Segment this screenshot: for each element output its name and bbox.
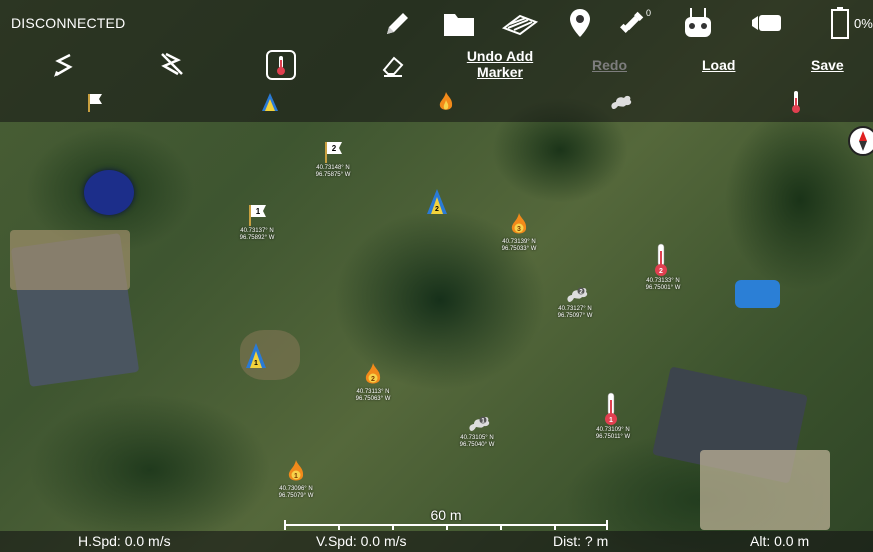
marker-coordinates: 40.73139° N 96.75033° W	[494, 239, 544, 253]
marker-latitude: 40.73109° N	[596, 427, 630, 433]
thermometer-marker[interactable]: 2	[652, 243, 670, 282]
svg-text:2: 2	[332, 144, 337, 153]
marker-coordinates: 40.73096° N 96.75079° W	[271, 486, 321, 500]
gps-count: 0	[646, 8, 652, 18]
flag-icon: 2	[325, 142, 342, 163]
altitude: Alt: 0.0 m	[750, 533, 810, 549]
vertical-speed: V.Spd: 0.0 m/s	[316, 533, 407, 549]
marker-longitude: 96.75079° W	[278, 493, 314, 499]
top-toolbar: DISCONNECTED 0 0% Undo Add Marker Redo L…	[0, 0, 873, 122]
load-button[interactable]: Load	[702, 57, 735, 73]
undo-button[interactable]: Undo Add Marker	[463, 48, 537, 80]
scale-label: 60 m	[430, 507, 462, 523]
marker-latitude: 40.73137° N	[240, 228, 274, 234]
fire-marker-icon[interactable]	[436, 91, 456, 118]
fire-icon: 3	[511, 213, 527, 234]
flag-icon: 1	[249, 205, 266, 226]
marker-longitude: 96.75011° W	[595, 434, 631, 440]
marker-latitude: 40.73127° N	[558, 306, 592, 312]
map-layers-icon[interactable]	[500, 8, 540, 43]
marker-latitude: 40.73113° N	[356, 389, 390, 395]
tool-row: Undo Add Marker Redo Load Save	[0, 44, 873, 86]
marker-latitude: 40.73139° N	[502, 239, 536, 245]
telemetry-bar: H.Spd: 0.0 m/s V.Spd: 0.0 m/s Dist: ? m …	[0, 531, 873, 552]
pool	[735, 280, 780, 308]
scale-tick	[606, 520, 608, 530]
marker-longitude: 96.75001° W	[645, 285, 681, 291]
scale-tick	[500, 524, 502, 530]
location-pin-icon[interactable]	[568, 7, 592, 44]
svg-text:1: 1	[254, 360, 258, 367]
compass-button[interactable]	[848, 126, 873, 156]
status-row: DISCONNECTED 0 0%	[0, 0, 873, 44]
svg-text:2: 2	[659, 268, 663, 275]
pencil-icon[interactable]	[381, 8, 413, 45]
scale-bar: 60 m	[284, 507, 608, 530]
draw-path-icon[interactable]	[50, 51, 78, 84]
tent-marker-icon[interactable]	[260, 91, 280, 118]
battery-percent: 0%	[854, 16, 873, 31]
marker-latitude: 40.73096° N	[279, 486, 313, 492]
eraser-icon[interactable]	[380, 52, 406, 83]
svg-text:3: 3	[517, 226, 521, 233]
marker-longitude: 96.75892° W	[239, 235, 275, 241]
marker-longitude: 96.75040° W	[459, 442, 495, 448]
smoke-icon: 2	[567, 287, 588, 302]
marker-type-row	[0, 86, 873, 122]
marker-coordinates: 40.73133° N 96.75001° W	[638, 278, 688, 292]
clear-path-icon[interactable]	[158, 50, 186, 83]
house-yard	[10, 230, 130, 290]
camera-icon	[750, 12, 784, 39]
redo-button[interactable]: Redo	[592, 57, 627, 73]
distance: Dist: ? m	[553, 533, 609, 549]
marker-longitude: 96.75097° W	[557, 313, 593, 319]
svg-text:1: 1	[256, 207, 261, 216]
flag-marker-icon[interactable]	[86, 91, 104, 118]
scale-tick	[338, 524, 340, 530]
tent-marker[interactable]: 1	[245, 342, 267, 375]
marker-latitude: 40.73105° N	[460, 435, 494, 441]
marker-latitude: 40.73148° N	[316, 165, 350, 171]
scale-tick	[554, 524, 556, 530]
thermometer-icon: 2	[655, 243, 667, 276]
thermometer-icon: 1	[605, 392, 617, 425]
compass-icon	[859, 131, 867, 151]
svg-text:2: 2	[435, 206, 439, 213]
svg-text:1: 1	[294, 473, 298, 480]
svg-text:1: 1	[609, 417, 613, 424]
tent-marker[interactable]: 2	[426, 188, 448, 221]
folder-icon[interactable]	[442, 10, 476, 43]
horizontal-speed: H.Spd: 0.0 m/s	[78, 533, 171, 549]
marker-coordinates: 40.73105° N 96.75040° W	[452, 435, 502, 449]
connection-status: DISCONNECTED	[11, 15, 126, 31]
scale-tick	[392, 524, 394, 530]
marker-latitude: 40.73133° N	[646, 278, 680, 284]
satellite-icon	[617, 8, 647, 43]
fire-icon: 1	[288, 460, 304, 481]
marker-longitude: 96.75063° W	[355, 396, 391, 402]
controller-icon	[683, 6, 713, 45]
marker-coordinates: 40.73127° N 96.75097° W	[550, 306, 600, 320]
save-button[interactable]: Save	[811, 57, 844, 73]
marker-longitude: 96.75875° W	[315, 172, 351, 178]
pool	[84, 170, 134, 215]
svg-text:2: 2	[371, 376, 375, 383]
fire-icon: 2	[365, 363, 381, 384]
marker-coordinates: 40.73113° N 96.75063° W	[348, 389, 398, 403]
marker-coordinates: 40.73109° N 96.75011° W	[588, 427, 638, 441]
smoke-marker-icon[interactable]	[608, 90, 634, 117]
battery-icon	[830, 6, 850, 45]
smoke-icon: 1	[469, 416, 490, 431]
scale-tick	[446, 524, 448, 530]
house-yard	[700, 450, 830, 530]
marker-coordinates: 40.73137° N 96.75892° W	[232, 228, 282, 242]
tent-icon: 1	[246, 343, 266, 368]
marker-coordinates: 40.73148° N 96.75875° W	[308, 165, 358, 179]
thermometer-marker[interactable]: 1	[602, 392, 620, 431]
scale-tick	[284, 520, 286, 530]
thermometer-marker-icon[interactable]	[788, 90, 804, 119]
tent-icon: 2	[427, 189, 447, 214]
temperature-tool-icon[interactable]	[266, 50, 296, 85]
marker-longitude: 96.75033° W	[501, 246, 537, 252]
